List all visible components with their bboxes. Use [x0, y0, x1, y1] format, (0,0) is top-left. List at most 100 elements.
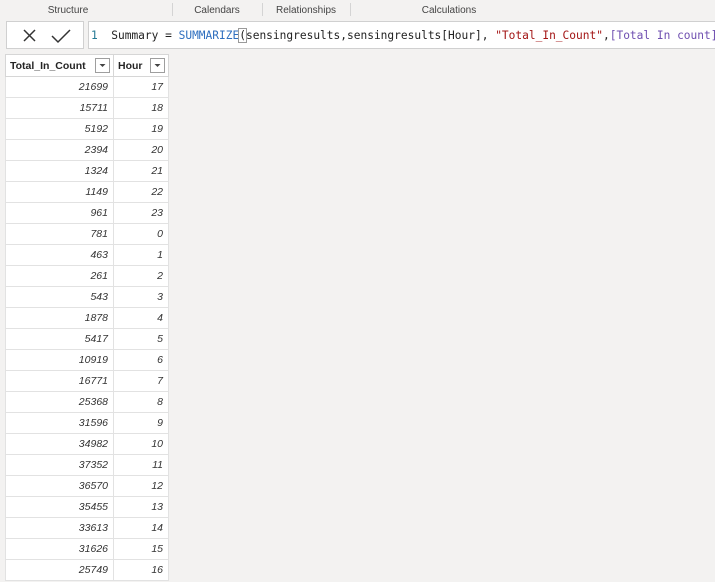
- expression-token: ,: [602, 29, 610, 42]
- formula-buttons: [6, 21, 84, 49]
- cell-total-in-count[interactable]: 15711: [5, 97, 114, 119]
- expression-token: Summary =: [104, 29, 179, 42]
- ribbon-group-calculations: Calculations: [421, 5, 477, 16]
- line-number: 1: [91, 29, 98, 42]
- table-row: 261 2: [5, 265, 169, 287]
- cell-total-in-count[interactable]: 2394: [5, 139, 114, 161]
- table-row: 1878 4: [5, 307, 169, 329]
- expression-token: sensingresults,sensingresults[Hour],: [245, 29, 496, 42]
- table-row: 463 1: [5, 244, 169, 266]
- column-filter-button[interactable]: [95, 58, 110, 73]
- table-row: 31626 15: [5, 538, 169, 560]
- table-row: 1149 22: [5, 181, 169, 203]
- column-header-total-in-count[interactable]: Total_In_Count: [5, 54, 114, 77]
- cell-hour[interactable]: 12: [113, 475, 169, 497]
- table-row: 37352 11: [5, 454, 169, 476]
- cell-hour[interactable]: 22: [113, 181, 169, 203]
- cell-hour[interactable]: 5: [113, 328, 169, 350]
- table-header-row: Total_In_Count Hour: [5, 54, 169, 77]
- table-row: 35455 13: [5, 496, 169, 518]
- cell-total-in-count[interactable]: 1324: [5, 160, 114, 182]
- cell-total-in-count[interactable]: 35455: [5, 496, 114, 518]
- commit-button[interactable]: [47, 25, 75, 47]
- cell-hour[interactable]: 6: [113, 349, 169, 371]
- cell-hour[interactable]: 7: [113, 370, 169, 392]
- cancel-button[interactable]: [16, 25, 44, 47]
- table-row: 25368 8: [5, 391, 169, 413]
- ribbon-group-calendars: Calendars: [194, 5, 240, 16]
- cell-total-in-count[interactable]: 5192: [5, 118, 114, 140]
- cell-hour[interactable]: 19: [113, 118, 169, 140]
- table-row: 33613 14: [5, 517, 169, 539]
- cell-total-in-count[interactable]: 16771: [5, 370, 114, 392]
- cell-total-in-count[interactable]: 36570: [5, 475, 114, 497]
- chevron-down-icon: [154, 64, 161, 67]
- table-row: 16771 7: [5, 370, 169, 392]
- table-row: 10919 6: [5, 349, 169, 371]
- cell-total-in-count[interactable]: 31626: [5, 538, 114, 560]
- checkmark-icon: [51, 29, 71, 44]
- string-literal: "Total_In_Count": [495, 29, 603, 42]
- cell-total-in-count[interactable]: 961: [5, 202, 114, 224]
- cell-total-in-count[interactable]: 25368: [5, 391, 114, 413]
- table-row: 543 3: [5, 286, 169, 308]
- cell-total-in-count[interactable]: 463: [5, 244, 114, 266]
- ribbon-group-relationships: Relationships: [275, 5, 337, 16]
- cell-total-in-count[interactable]: 10919: [5, 349, 114, 371]
- table-row: 2394 20: [5, 139, 169, 161]
- cell-hour[interactable]: 11: [113, 454, 169, 476]
- cell-hour[interactable]: 21: [113, 160, 169, 182]
- cell-hour[interactable]: 17: [113, 76, 169, 98]
- table-row: 34982 10: [5, 433, 169, 455]
- column-header-label: Total_In_Count: [10, 59, 86, 72]
- data-table: Total_In_Count Hour 21699 17 15711 18 5192 19…: [5, 54, 169, 581]
- cell-hour[interactable]: 16: [113, 559, 169, 581]
- cell-total-in-count[interactable]: 21699: [5, 76, 114, 98]
- cell-total-in-count[interactable]: 37352: [5, 454, 114, 476]
- table-row: 961 23: [5, 202, 169, 224]
- cell-hour[interactable]: 0: [113, 223, 169, 245]
- function-name: SUMMARIZE: [178, 29, 240, 42]
- cell-total-in-count[interactable]: 543: [5, 286, 114, 308]
- cell-hour[interactable]: 18: [113, 97, 169, 119]
- cell-hour[interactable]: 23: [113, 202, 169, 224]
- cell-hour[interactable]: 15: [113, 538, 169, 560]
- cell-hour[interactable]: 13: [113, 496, 169, 518]
- column-filter-button[interactable]: [150, 58, 165, 73]
- cell-total-in-count[interactable]: 5417: [5, 328, 114, 350]
- table-row: 5192 19: [5, 118, 169, 140]
- cell-total-in-count[interactable]: 25749: [5, 559, 114, 581]
- cell-total-in-count[interactable]: 1878: [5, 307, 114, 329]
- table-row: 1324 21: [5, 160, 169, 182]
- measure-reference: [Total In count]: [609, 29, 715, 42]
- cell-hour[interactable]: 2: [113, 265, 169, 287]
- ribbon-group-labels: Structure Calendars Relationships Calcul…: [0, 0, 715, 19]
- table-row: 31596 9: [5, 412, 169, 434]
- cell-hour[interactable]: 3: [113, 286, 169, 308]
- cell-total-in-count[interactable]: 1149: [5, 181, 114, 203]
- table-row: 36570 12: [5, 475, 169, 497]
- cell-total-in-count[interactable]: 31596: [5, 412, 114, 434]
- table-row: 15711 18: [5, 97, 169, 119]
- cell-hour[interactable]: 10: [113, 433, 169, 455]
- formula-editor[interactable]: 1 Summary = SUMMARIZE(sensingresults,sen…: [88, 21, 715, 49]
- table-row: 5417 5: [5, 328, 169, 350]
- close-icon: [23, 29, 36, 42]
- ribbon-group-structure: Structure: [47, 5, 89, 16]
- cell-hour[interactable]: 14: [113, 517, 169, 539]
- table-row: 21699 17: [5, 76, 169, 98]
- cell-hour[interactable]: 1: [113, 244, 169, 266]
- table-row: 25749 16: [5, 559, 169, 581]
- table-row: 781 0: [5, 223, 169, 245]
- chevron-down-icon: [99, 64, 106, 67]
- cell-hour[interactable]: 4: [113, 307, 169, 329]
- cell-total-in-count[interactable]: 34982: [5, 433, 114, 455]
- cell-hour[interactable]: 20: [113, 139, 169, 161]
- column-header-hour[interactable]: Hour: [113, 54, 169, 77]
- cell-total-in-count[interactable]: 261: [5, 265, 114, 287]
- cell-hour[interactable]: 8: [113, 391, 169, 413]
- cell-total-in-count[interactable]: 33613: [5, 517, 114, 539]
- column-header-label: Hour: [118, 59, 143, 72]
- cell-total-in-count[interactable]: 781: [5, 223, 114, 245]
- cell-hour[interactable]: 9: [113, 412, 169, 434]
